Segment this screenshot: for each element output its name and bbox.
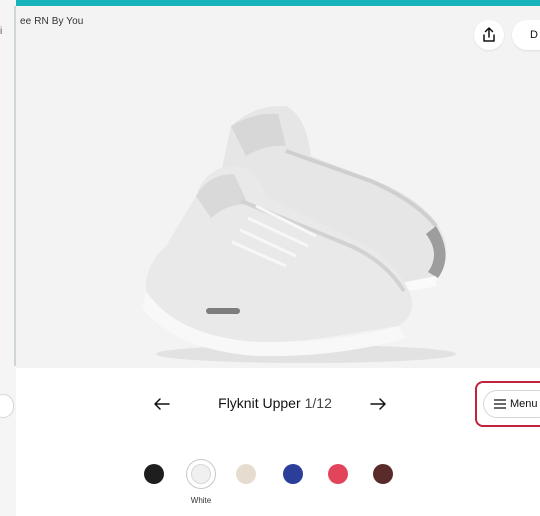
menu-button[interactable]: Menu xyxy=(483,390,540,418)
hamburger-icon xyxy=(494,399,506,409)
done-button[interactable]: D xyxy=(512,20,540,50)
selected-color-label: White xyxy=(190,496,212,505)
swatch-pink[interactable] xyxy=(328,464,348,484)
shoe-image xyxy=(142,105,456,363)
product-viewer[interactable]: ee RN By You D xyxy=(16,6,540,368)
part-navigator: Flyknit Upper 1/12 xyxy=(0,384,540,424)
previous-part-button[interactable] xyxy=(147,390,177,418)
share-icon xyxy=(483,27,495,42)
share-button[interactable] xyxy=(474,20,504,50)
left-text-fragment-top: i xyxy=(0,26,3,37)
product-title: ee RN By You xyxy=(20,16,84,27)
part-name: Flyknit Upper xyxy=(218,395,301,411)
color-swatches xyxy=(0,456,540,506)
swatch-blue[interactable] xyxy=(283,464,303,484)
swatch-maroon[interactable] xyxy=(373,464,393,484)
swatch-black[interactable] xyxy=(144,464,164,484)
part-count: 1/12 xyxy=(304,395,332,411)
swatch-cream[interactable] xyxy=(236,464,256,484)
next-part-button[interactable] xyxy=(363,390,393,418)
part-label: Flyknit Upper 1/12 xyxy=(200,395,350,411)
swatch-white[interactable] xyxy=(191,464,211,484)
arrow-left-icon xyxy=(154,398,170,410)
menu-label: Menu xyxy=(510,398,538,410)
arrow-right-icon xyxy=(370,398,386,410)
